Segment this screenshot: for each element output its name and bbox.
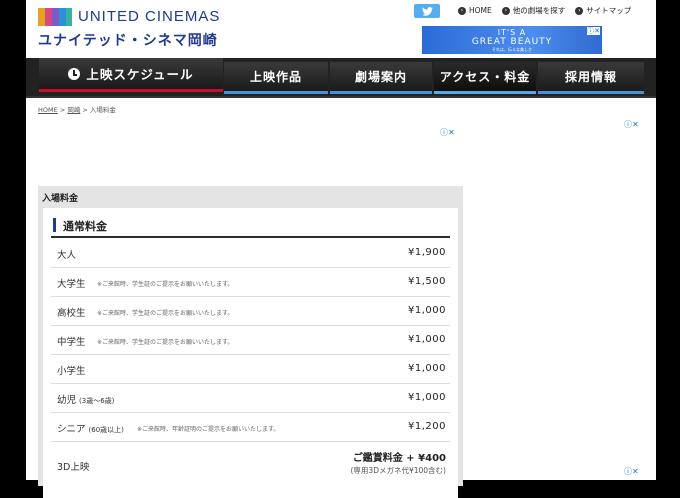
price-row-price: ¥1,000 bbox=[408, 363, 446, 374]
price-row-price: ¥1,900 bbox=[408, 247, 446, 258]
nav-theater-info[interactable]: 劇場案内 bbox=[330, 62, 432, 94]
ad-line-1: IT'S A bbox=[497, 28, 527, 37]
header-ad-banner[interactable]: IT'S A GREAT BEAUTY それは、伝えな美しさ ⓘ✕ bbox=[422, 26, 602, 54]
price-3d-price: ご鑑賞料金 + ¥400 bbox=[352, 453, 446, 464]
nav-movies-label: 上映作品 bbox=[249, 70, 302, 84]
breadcrumb-current: 入場料金 bbox=[89, 106, 116, 114]
united-cinemas-logo-icon[interactable] bbox=[38, 8, 72, 26]
sitemap-label: サイトマップ bbox=[586, 6, 632, 15]
price-row-label: 高校生 bbox=[57, 308, 86, 319]
price-row-label-small: (3歳～6歳) bbox=[79, 397, 115, 405]
price-row-label: シニア (60歳以上) bbox=[57, 421, 124, 435]
price-row: 幼児 (3歳～6歳) ¥1,000 bbox=[51, 383, 450, 413]
theater-name[interactable]: ユナイテッド・シネマ岡崎 bbox=[38, 30, 218, 50]
home-link-label: HOME bbox=[469, 6, 492, 15]
price-row: 高校生 ※ご来館時、学生証のご提示をお願いいたします。 ¥1,000 bbox=[51, 296, 450, 326]
price-row-label: 3D上映 bbox=[57, 462, 90, 473]
breadcrumb-separator: > bbox=[80, 106, 90, 114]
price-row-label: 大学生 bbox=[57, 279, 86, 290]
breadcrumb-okazaki[interactable]: 岡崎 bbox=[67, 106, 80, 114]
sitemap-link[interactable]: › サイトマップ bbox=[575, 5, 631, 16]
price-row-label-small: (60歳以上) bbox=[88, 426, 124, 434]
page: UNITED CINEMAS ユナイテッド・シネマ岡崎 › HOME › 他の劇場を… bbox=[26, 0, 656, 498]
main-nav: 上映スケジュール 上映作品 劇場案内 アクセス・料金 採用情報 bbox=[26, 58, 656, 98]
breadcrumb-separator: > bbox=[57, 106, 68, 114]
price-row-price: ¥1,000 bbox=[408, 334, 446, 345]
price-row-price: ¥1,200 bbox=[408, 421, 446, 432]
price-row-price: ¥1,000 bbox=[408, 392, 446, 403]
price-row-note: ※ご来館時、学生証のご提示をお願いいたします。 bbox=[97, 310, 234, 317]
price-panel: 入場料金 通常料金 大人 ¥1,900 大学生 ※ご来館時、学生証のご提示をお願… bbox=[38, 186, 463, 498]
nav-access-price-label: アクセス・料金 bbox=[439, 70, 531, 84]
section-header: 通常料金 bbox=[51, 216, 450, 238]
section-bar-icon bbox=[53, 218, 56, 232]
ad-line-3: それは、伝えな美しさ bbox=[492, 47, 532, 52]
price-row-label-text: 幼児 bbox=[57, 395, 77, 406]
price-table: 通常料金 大人 ¥1,900 大学生 ※ご来館時、学生証のご提示をお願いいたしま… bbox=[43, 208, 458, 498]
price-row-note: ※ご来館時、学生証のご提示をお願いいたします。 bbox=[97, 281, 234, 288]
find-theater-link[interactable]: › 他の劇場を探す bbox=[501, 5, 566, 16]
panel-title: 入場料金 bbox=[42, 194, 79, 204]
ad-close-icon[interactable]: ⓘ✕ bbox=[587, 27, 600, 35]
nav-schedule-label: 上映スケジュール bbox=[86, 67, 194, 82]
arrow-right-icon: › bbox=[575, 6, 584, 15]
find-theater-label: 他の劇場を探す bbox=[512, 6, 566, 15]
price-row-3d: 3D上映 ご鑑賞料金 + ¥400 (専用3Dメガネ代¥100含む) bbox=[51, 441, 450, 481]
nav-movies[interactable]: 上映作品 bbox=[224, 62, 328, 94]
price-row: 大学生 ※ご来館時、学生証のご提示をお願いいたします。 ¥1,500 bbox=[51, 267, 450, 297]
price-row-note: ※ご来館時、年齢証明のご提示をお願いいたします。 bbox=[137, 426, 280, 433]
nav-recruit-label: 採用情報 bbox=[564, 70, 617, 84]
price-row-label: 幼児 (3歳～6歳) bbox=[57, 392, 114, 406]
home-link[interactable]: › HOME bbox=[458, 5, 492, 16]
nav-recruit[interactable]: 採用情報 bbox=[538, 62, 644, 94]
adchoices-icon[interactable]: ⓘ✕ bbox=[440, 127, 455, 138]
nav-schedule[interactable]: 上映スケジュール bbox=[39, 58, 223, 92]
price-3d-sub: (専用3Dメガネ代¥100含む) bbox=[350, 466, 447, 475]
price-row: シニア (60歳以上) ※ご来館時、年齢証明のご提示をお願いいたします。 ¥1,… bbox=[51, 412, 450, 442]
price-row: 小学生 ¥1,000 bbox=[51, 354, 450, 384]
breadcrumb: HOME > 岡崎 > 入場料金 bbox=[38, 104, 116, 114]
price-row-note: ※ご来館時、学生証のご提示をお願いいたします。 bbox=[97, 339, 234, 346]
price-row: 中学生 ※ご来館時、学生証のご提示をお願いいたします。 ¥1,000 bbox=[51, 325, 450, 355]
section-title: 通常料金 bbox=[63, 220, 107, 233]
top-links: › HOME › 他の劇場を探す › サイトマップ bbox=[458, 5, 631, 16]
arrow-right-icon: › bbox=[458, 6, 466, 15]
nav-theater-info-label: 劇場案内 bbox=[354, 70, 407, 84]
clock-icon bbox=[68, 67, 81, 80]
price-row-label-text: シニア bbox=[57, 424, 86, 435]
adchoices-icon[interactable]: ⓘ✕ bbox=[624, 466, 639, 477]
ad-line-2: GREAT BEAUTY bbox=[471, 37, 553, 47]
adchoices-icon[interactable]: ⓘ✕ bbox=[624, 119, 639, 130]
price-row-label: 小学生 bbox=[57, 366, 86, 377]
twitter-icon bbox=[421, 6, 433, 16]
price-row-price: ¥1,500 bbox=[408, 276, 446, 287]
price-row-price: ¥1,000 bbox=[408, 305, 446, 316]
price-row-label: 中学生 bbox=[57, 337, 86, 348]
breadcrumb-home[interactable]: HOME bbox=[38, 106, 58, 114]
price-row-label: 大人 bbox=[57, 250, 77, 261]
nav-access-price[interactable]: アクセス・料金 bbox=[434, 62, 536, 94]
price-row: 大人 ¥1,900 bbox=[51, 238, 450, 268]
logo-text[interactable]: UNITED CINEMAS bbox=[78, 8, 220, 26]
arrow-right-icon: › bbox=[501, 6, 510, 15]
twitter-button[interactable] bbox=[414, 4, 440, 18]
